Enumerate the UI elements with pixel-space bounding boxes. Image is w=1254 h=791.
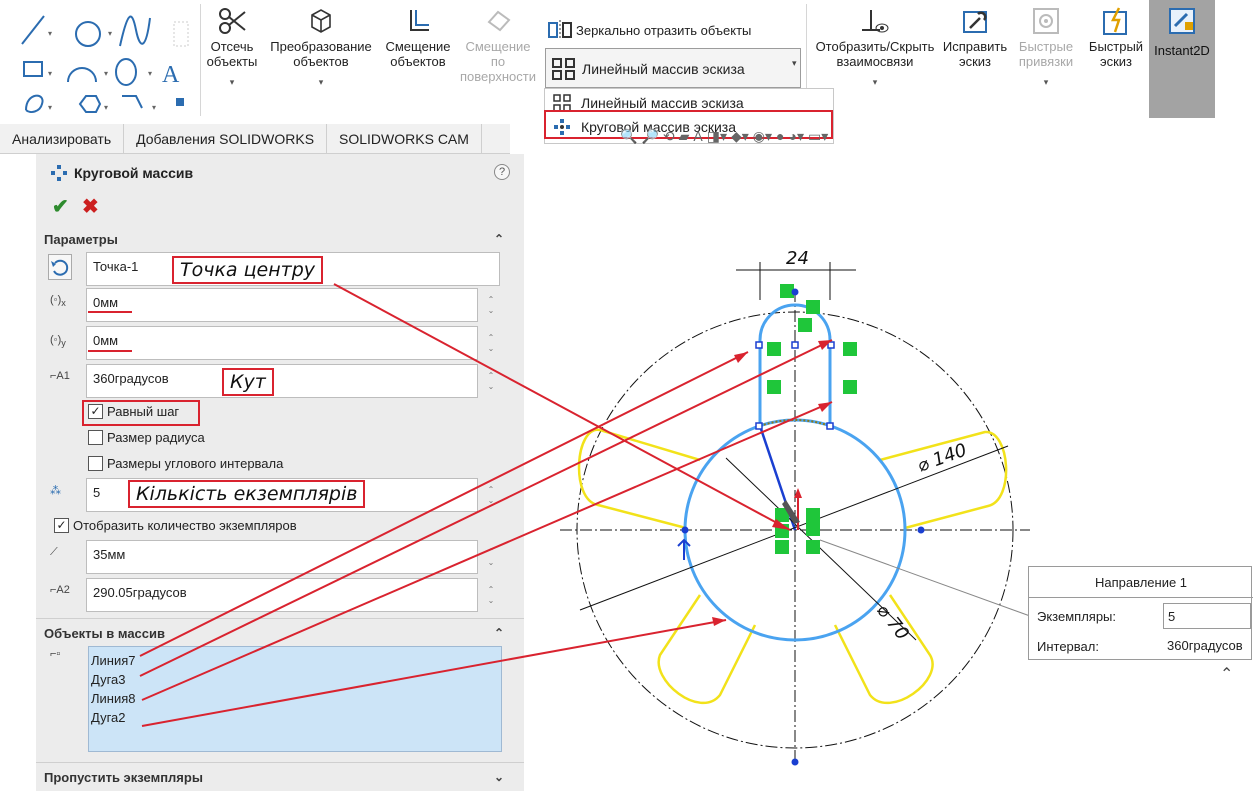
annotation-arrows [139,283,833,727]
circle-points [681,288,925,766]
callout-instances-input[interactable]: 5 [1163,603,1251,629]
callout-spacing-value[interactable]: 360градусов [1163,633,1251,659]
pattern-instance-bottom-left [657,594,757,705]
pattern-instance-left [577,428,701,530]
direction-callout: Направление 1 Экземпляры: 5 Интервал: 36… [1028,566,1253,660]
graphics-area: 24 ⌀ 140 ⌀ 70 [139,248,1031,766]
callout-header: Направление 1 [1094,575,1188,590]
dimension-24[interactable]: 24 [786,248,809,269]
dimension-70[interactable]: ⌀ 70 [872,600,913,644]
instances-label: Экземпляры: [1037,609,1117,624]
relation-glyphs [767,284,857,554]
solidworks-window: ▾ ▾ ▾ ▾ ▾ ▾ ▾ ▾ A Отсечь объекты ▾ Преобразов… [0,0,1254,791]
spacing-label: Интервал: [1037,639,1099,654]
dimension-line-140 [579,445,1009,611]
callout-collapse-icon[interactable]: ⌃ [1220,664,1233,684]
